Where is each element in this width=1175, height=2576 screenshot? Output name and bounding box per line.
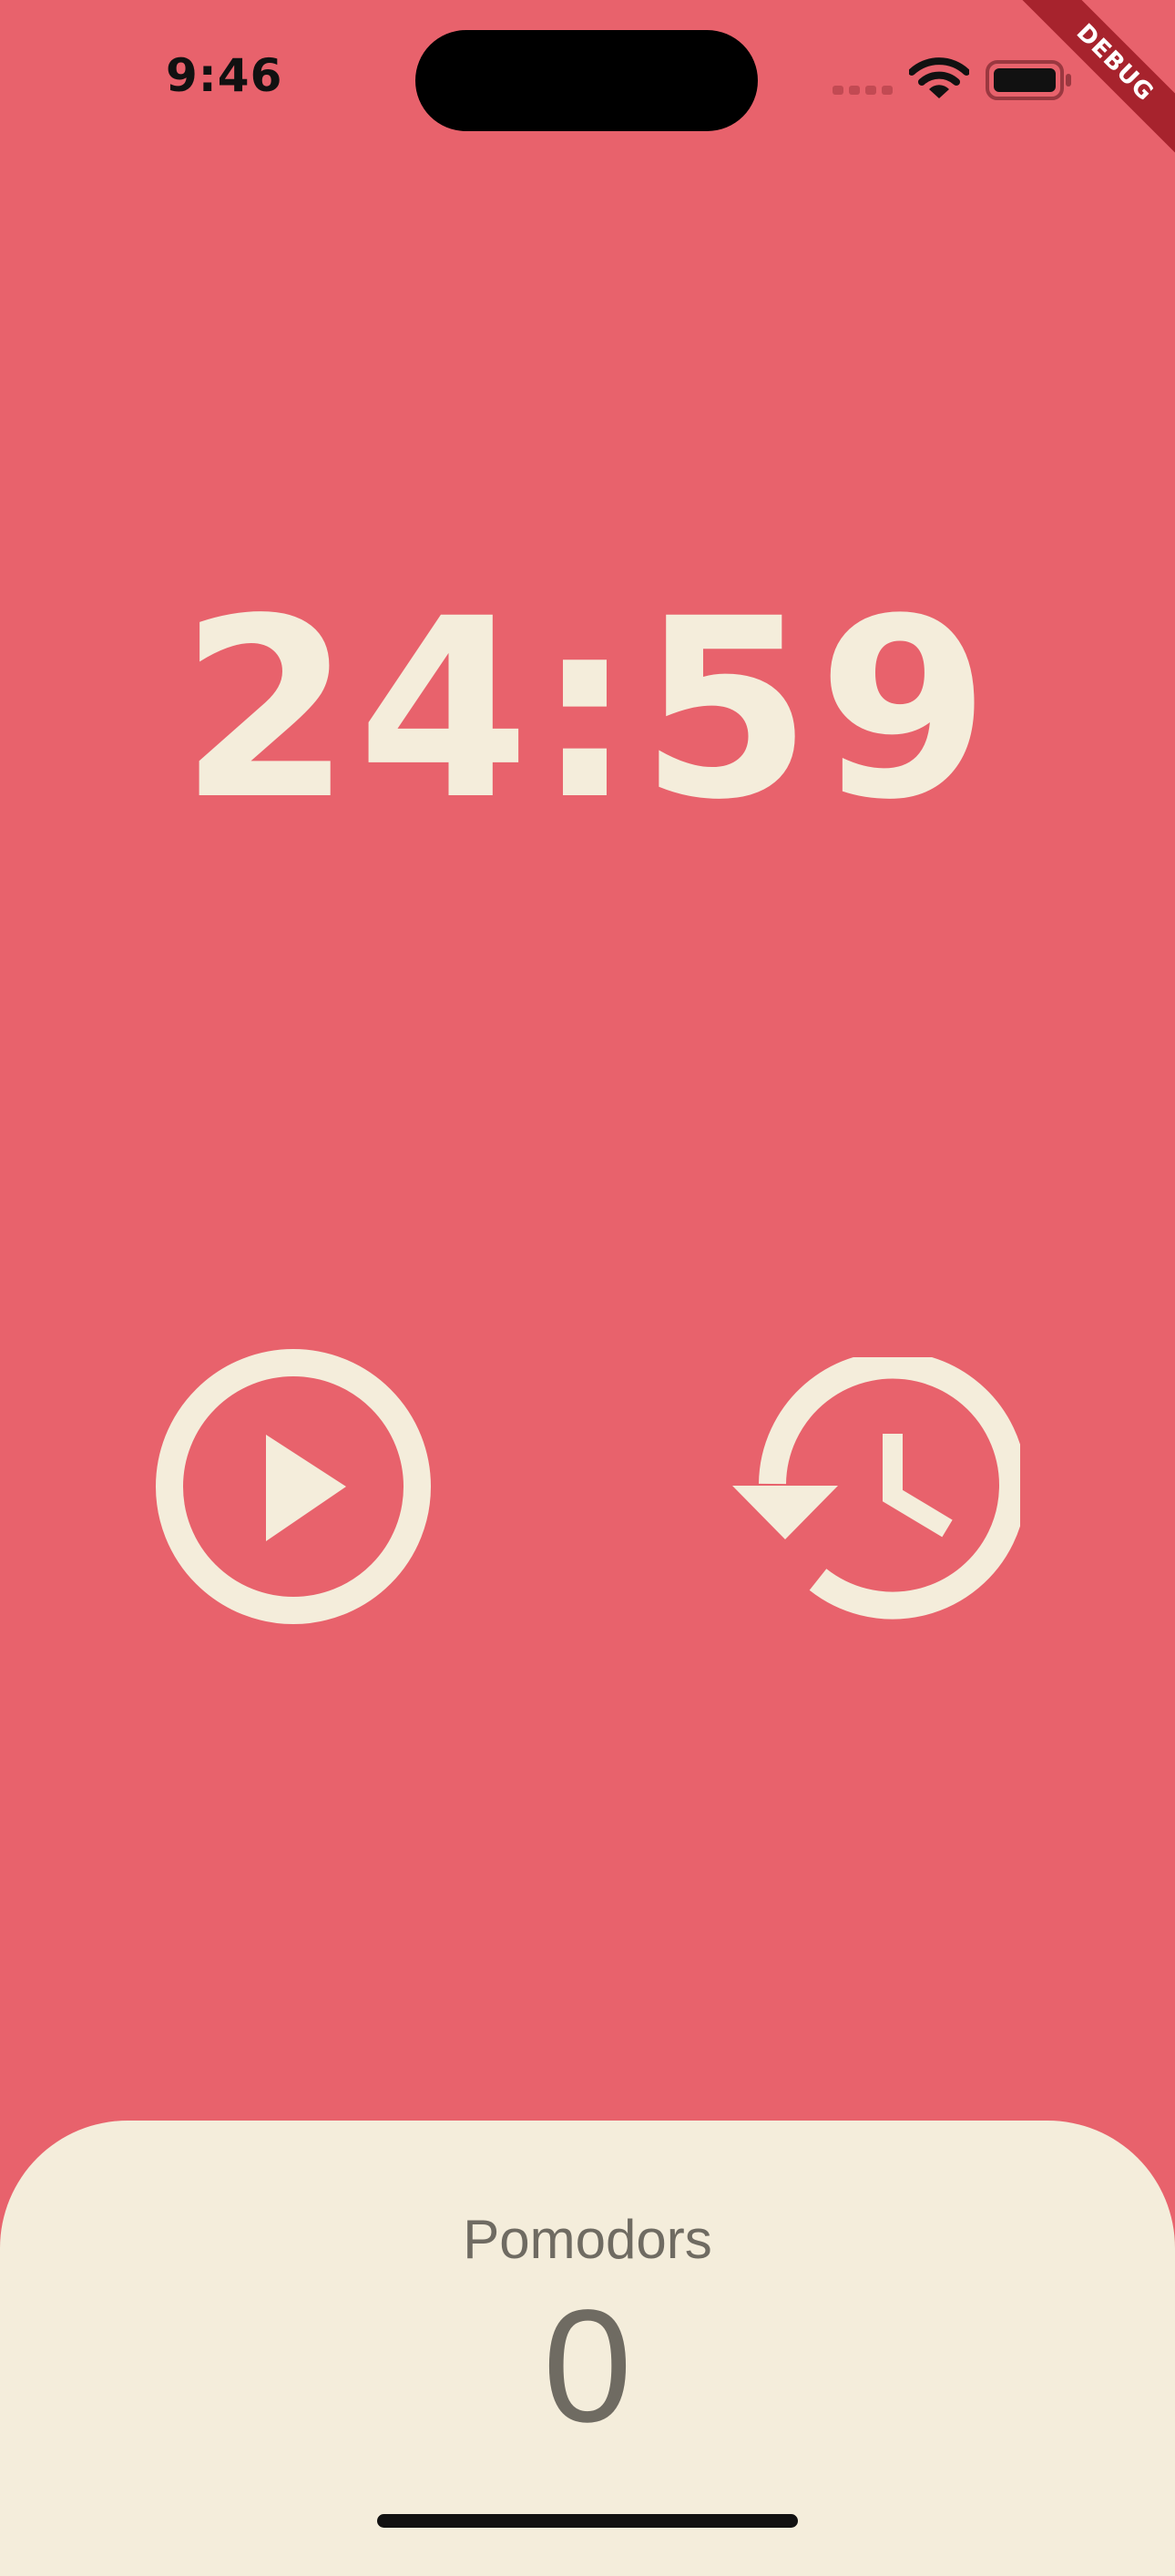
play-button[interactable] <box>155 1348 432 1625</box>
timer-display: 24:59 <box>179 567 996 854</box>
pomodoros-count: 0 <box>543 2277 632 2456</box>
pomodoros-label: Pomodors <box>463 2209 712 2270</box>
home-indicator[interactable] <box>377 2514 798 2528</box>
restore-history-icon <box>732 1351 1027 1620</box>
status-bar: 9:46 <box>0 0 1175 164</box>
debug-banner: DEBUG <box>1011 0 1175 164</box>
reset-button[interactable] <box>729 1351 1027 1621</box>
signal-icon <box>833 86 893 95</box>
debug-banner-label: DEBUG <box>1016 0 1175 162</box>
status-time: 9:46 <box>166 49 283 102</box>
dynamic-island <box>415 30 758 131</box>
wifi-icon <box>909 57 969 98</box>
play-circle-icon <box>156 1349 431 1624</box>
